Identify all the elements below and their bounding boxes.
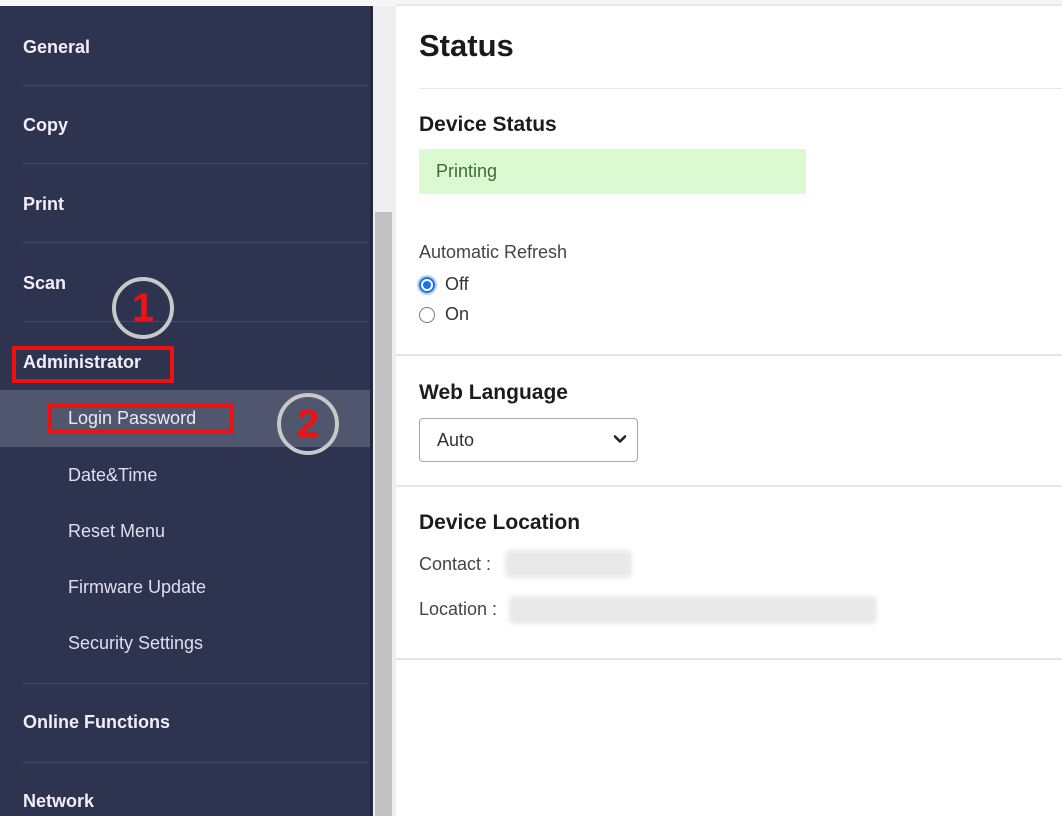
divider	[23, 163, 368, 164]
sidebar-item-label: Login Password	[68, 408, 197, 428]
sidebar-subitem-firmware-update[interactable]: Firmware Update	[0, 559, 370, 616]
step-number: 2	[296, 401, 320, 446]
sidebar-scrollbar-thumb[interactable]	[375, 212, 392, 816]
web-language-heading: Web Language	[419, 381, 568, 404]
device-status-value: Printing	[436, 161, 498, 181]
sidebar-item-label: Network	[23, 790, 95, 811]
contact-label: Contact :	[419, 554, 492, 574]
device-status-heading: Device Status	[419, 113, 557, 136]
sidebar-item-print[interactable]: Print	[0, 185, 370, 223]
auto-refresh-off-option[interactable]: Off	[419, 274, 469, 295]
divider	[23, 242, 368, 243]
divider	[23, 683, 368, 684]
auto-refresh-label: Automatic Refresh	[419, 242, 568, 262]
divider	[396, 354, 1062, 356]
web-language-select[interactable]: Auto	[419, 418, 638, 462]
sidebar-subitem-security-settings[interactable]: Security Settings	[0, 615, 370, 672]
sidebar-subitem-reset-menu[interactable]: Reset Menu	[0, 503, 370, 560]
sidebar-item-label: Security Settings	[68, 633, 204, 653]
sidebar-subitem-date-time[interactable]: Date&Time	[0, 447, 370, 504]
main-panel: Status Device Status Printing Automatic …	[395, 4, 1062, 816]
annotation-step-1: 1	[112, 277, 174, 339]
annotation-step-2: 2	[277, 393, 339, 455]
sidebar-item-label: Date&Time	[68, 465, 158, 485]
location-label: Location :	[419, 599, 498, 619]
sidebar-item-label: Scan	[23, 272, 67, 293]
sidebar-item-label: Print	[23, 193, 65, 214]
sidebar-item-label: Reset Menu	[68, 521, 166, 541]
step-number: 1	[131, 285, 155, 330]
sidebar-item-label: Online Functions	[23, 711, 170, 732]
radio-label: On	[445, 304, 470, 324]
sidebar-item-label: Administrator	[23, 351, 142, 372]
radio-off[interactable]	[419, 276, 435, 293]
sidebar-item-scan[interactable]: Scan	[0, 264, 370, 302]
sidebar-item-label: Copy	[23, 114, 68, 135]
divider	[23, 85, 368, 86]
divider	[396, 658, 1062, 660]
select-value: Auto	[437, 429, 475, 450]
chevron-down-icon	[613, 435, 627, 443]
sidebar-item-network[interactable]: Network	[0, 782, 370, 816]
radio-label: Off	[445, 274, 469, 294]
divider	[396, 485, 1062, 487]
sidebar-item-copy[interactable]: Copy	[0, 106, 370, 144]
divider	[419, 88, 1062, 89]
page-title: Status	[419, 28, 514, 63]
auto-refresh-on-option[interactable]: On	[419, 304, 469, 325]
sidebar-item-label: Firmware Update	[68, 577, 207, 597]
sidebar-item-online-functions[interactable]: Online Functions	[0, 703, 370, 741]
divider	[23, 762, 368, 763]
sidebar-item-general[interactable]: General	[0, 28, 370, 66]
sidebar-item-label: General	[23, 36, 91, 57]
sidebar-item-administrator[interactable]: Administrator	[0, 343, 370, 381]
contact-value-redacted	[505, 550, 632, 578]
location-value-redacted	[509, 596, 877, 624]
divider	[23, 321, 368, 322]
device-status-badge: Printing	[419, 149, 806, 194]
device-location-heading: Device Location	[419, 511, 581, 534]
radio-on[interactable]	[419, 306, 435, 323]
